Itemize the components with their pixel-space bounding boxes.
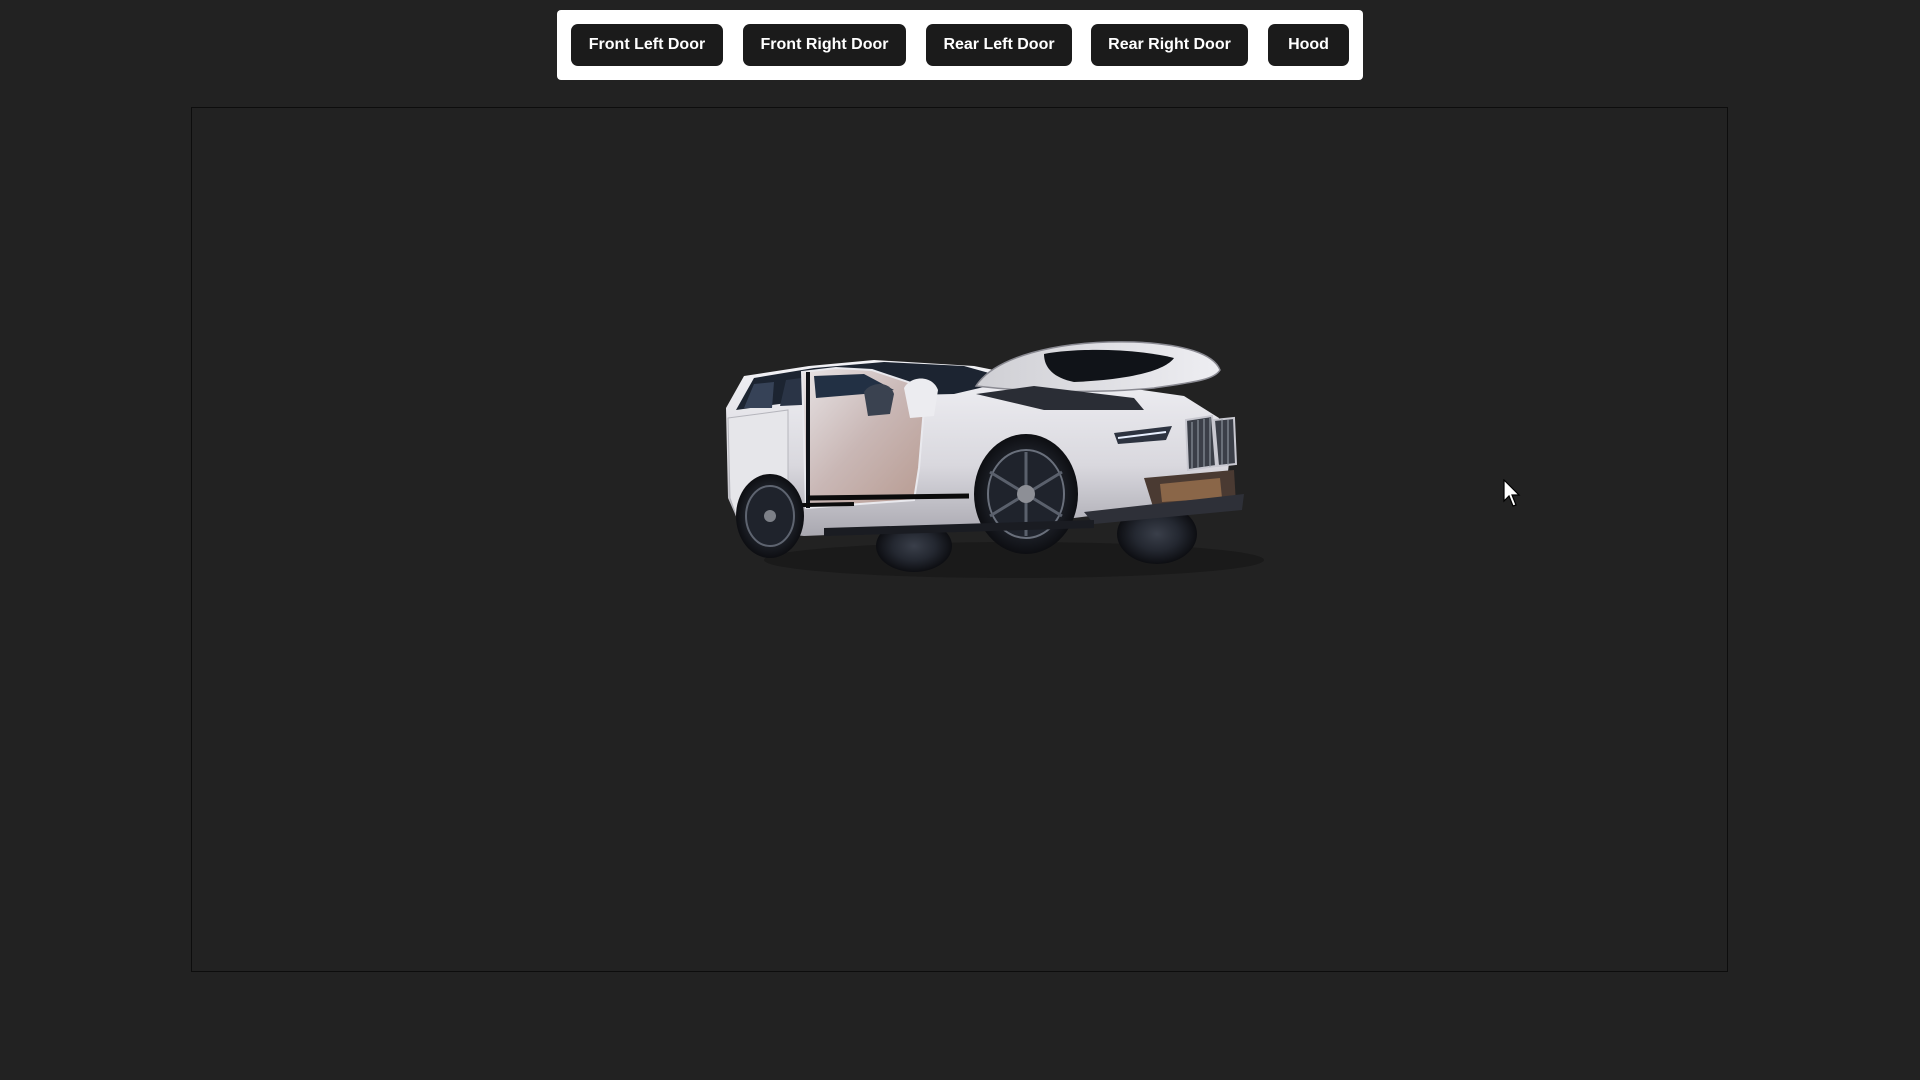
car-model	[726, 341, 1264, 578]
rear-left-door-button[interactable]: Rear Left Door	[926, 24, 1072, 66]
door-control-toolbar: Front Left Door Front Right Door Rear Le…	[557, 10, 1363, 80]
3d-viewer-canvas[interactable]	[191, 107, 1728, 972]
mouse-cursor-icon	[1503, 479, 1521, 507]
front-right-door-button[interactable]: Front Right Door	[743, 24, 906, 66]
front-left-door-button[interactable]: Front Left Door	[571, 24, 723, 66]
rear-right-door-button[interactable]: Rear Right Door	[1091, 24, 1248, 66]
hood-button[interactable]: Hood	[1268, 24, 1349, 66]
